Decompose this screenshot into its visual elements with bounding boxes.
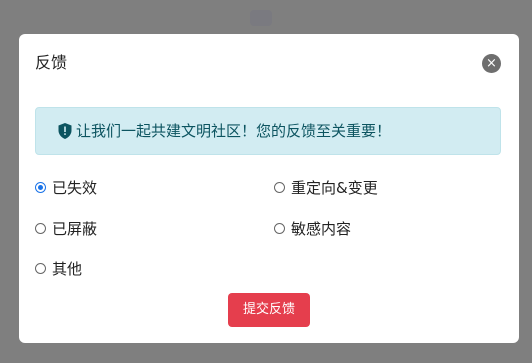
submit-feedback-button[interactable]: 提交反馈 (228, 293, 310, 327)
option-label: 其他 (52, 260, 83, 278)
radio-sensitive[interactable] (274, 223, 285, 234)
option-label: 敏感内容 (291, 220, 352, 238)
radio-redirect[interactable] (274, 182, 285, 193)
radio-expired[interactable] (35, 182, 46, 193)
radio-other[interactable] (35, 263, 46, 274)
info-alert: 让我们一起共建文明社区！您的反馈至关重要！ (35, 107, 501, 155)
close-button[interactable]: × (482, 54, 501, 73)
background-element (250, 10, 272, 26)
shield-icon (58, 123, 72, 139)
option-label: 已屏蔽 (52, 220, 98, 238)
option-label: 已失效 (52, 179, 98, 197)
option-label: 重定向&变更 (291, 179, 378, 197)
feedback-dialog: 反馈 × 让我们一起共建文明社区！您的反馈至关重要！ 已失效 重定向&变更 已屏… (19, 34, 519, 343)
alert-text: 让我们一起共建文明社区！您的反馈至关重要！ (76, 122, 392, 140)
radio-blocked[interactable] (35, 223, 46, 234)
close-icon: × (486, 56, 497, 71)
dialog-title: 反馈 (35, 53, 68, 72)
